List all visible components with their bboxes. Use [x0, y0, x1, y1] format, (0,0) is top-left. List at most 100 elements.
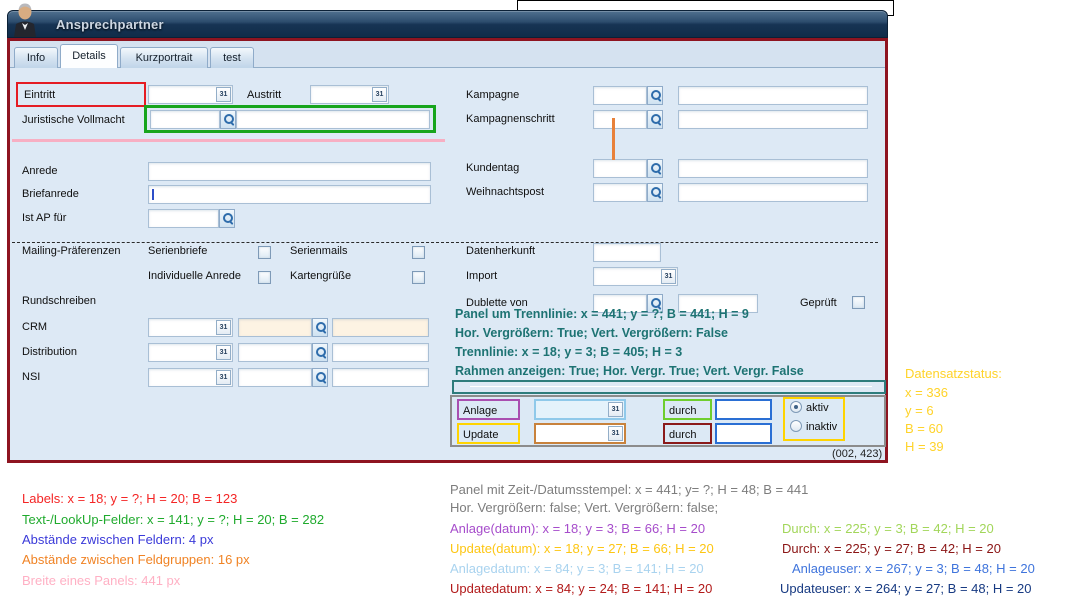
text-cursor — [152, 189, 154, 200]
updatedatum-field[interactable]: 31 — [534, 423, 626, 444]
kampagne-id-field[interactable] — [593, 86, 647, 105]
serienmails-label: Serienmails — [290, 245, 347, 257]
calendar-31-icon[interactable]: 31 — [661, 269, 676, 284]
durch-bottom-label: durch — [669, 429, 697, 441]
annotation-panel-um-trennlinie: Panel um Trennlinie: x = 441; y = ?; B =… — [455, 307, 749, 321]
durch-bottom-label-highlight: durch — [663, 423, 712, 444]
nsi-lookup-button[interactable] — [312, 368, 328, 387]
annotation-hor-vert-vergroessern: Hor. Vergrößern: True; Vert. Vergrößern:… — [455, 326, 728, 340]
distribution-lookup-field[interactable] — [238, 343, 312, 362]
kampagnenschritt-text-field[interactable] — [678, 110, 868, 129]
magnifier-icon — [313, 344, 327, 361]
calendar-31-icon[interactable]: 31 — [608, 402, 623, 417]
screenshot-root: Ansprechpartner Info Details Kurzportrai… — [0, 0, 1078, 604]
calendar-31-icon[interactable]: 31 — [216, 320, 231, 335]
crm-date-field[interactable]: 31 — [148, 318, 233, 337]
kundentag-lookup-button[interactable] — [647, 159, 663, 178]
inaktiv-radio[interactable] — [790, 420, 802, 432]
annotation-update-spec: Update(datum): x = 18; y = 27; B = 66; H… — [450, 541, 714, 556]
kartengruesse-checkbox[interactable] — [412, 271, 425, 284]
annotation-trennlinie: Trennlinie: x = 18; y = 3; B = 405; H = … — [455, 345, 682, 359]
kampagnenschritt-lookup-button[interactable] — [647, 110, 663, 129]
vollmacht-id-field[interactable] — [150, 110, 220, 129]
orange-spacing-marker — [612, 118, 615, 160]
weihnachtspost-text-field[interactable] — [678, 183, 868, 202]
anlageuser-field[interactable] — [715, 399, 772, 420]
annotation-lookup-fields-spec: Text-/LookUp-Felder: x = 141; y = ?; H =… — [22, 512, 324, 527]
import-date-field[interactable]: 31 — [593, 267, 678, 286]
magnifier-icon — [648, 87, 662, 104]
crm-lookup-button[interactable] — [312, 318, 328, 337]
magnifier-icon — [221, 111, 235, 128]
datenherkunft-label: Datenherkunft — [466, 245, 535, 257]
kampagnenschritt-id-field[interactable] — [593, 110, 647, 129]
anrede-label: Anrede — [22, 165, 57, 177]
tab-info[interactable]: Info — [14, 47, 58, 68]
magnifier-icon — [313, 319, 327, 336]
nsi-date-field[interactable]: 31 — [148, 368, 233, 387]
trennlinie-rule — [470, 386, 872, 387]
magnifier-icon — [648, 111, 662, 128]
rundschreiben-label: Rundschreiben — [22, 295, 96, 307]
nsi-lookup-field[interactable] — [238, 368, 312, 387]
annotation-updatedatum-spec: Updatedatum: x = 84; y = 24; B = 141; H … — [450, 581, 712, 596]
update-label-highlight: Update — [457, 423, 520, 444]
datensatzstatus-y: y = 6 — [905, 403, 934, 418]
briefanrede-field[interactable] — [148, 185, 431, 204]
kartengruesse-label: Kartengrüße — [290, 270, 351, 282]
kampagne-text-field[interactable] — [678, 86, 868, 105]
ist-ap-fuer-lookup-button[interactable] — [219, 209, 235, 228]
pink-separator-line — [12, 139, 445, 142]
mailing-praeferenzen-label: Mailing-Präferenzen — [22, 245, 120, 257]
weihnachtspost-id-field[interactable] — [593, 183, 647, 202]
vollmacht-text-field[interactable] — [236, 110, 430, 129]
crm-text-field[interactable] — [332, 318, 429, 337]
austritt-date-field[interactable]: 31 — [310, 85, 389, 104]
individuelle-anrede-checkbox[interactable] — [258, 271, 271, 284]
calendar-31-icon[interactable]: 31 — [216, 345, 231, 360]
annotation-labels-spec: Labels: x = 18; y = ?; H = 20; B = 123 — [22, 491, 237, 506]
weihnachtspost-lookup-button[interactable] — [647, 183, 663, 202]
datensatzstatus-h: H = 39 — [905, 439, 944, 454]
window-titlebar[interactable]: Ansprechpartner — [7, 10, 888, 38]
calendar-31-icon[interactable]: 31 — [372, 87, 387, 102]
serienbriefe-checkbox[interactable] — [258, 246, 271, 259]
annotation-durch-bottom-spec: Durch: x = 225; y = 27; B = 42; H = 20 — [782, 541, 1001, 556]
updateuser-field[interactable] — [715, 423, 772, 444]
kundentag-label: Kundentag — [466, 162, 519, 174]
eintritt-label-highlight: Eintritt — [16, 82, 146, 107]
datenherkunft-field[interactable] — [593, 243, 661, 262]
annotation-field-gap-spec: Abstände zwischen Feldern: 4 px — [22, 532, 214, 547]
anlagedatum-field[interactable]: 31 — [534, 399, 626, 420]
calendar-31-icon[interactable]: 31 — [608, 426, 623, 441]
annotation-anlagedatum-spec: Anlagedatum: x = 84; y = 3; B = 141; H =… — [450, 561, 704, 576]
aktiv-radio[interactable] — [790, 401, 802, 413]
distribution-lookup-button[interactable] — [312, 343, 328, 362]
individuelle-anrede-label: Individuelle Anrede — [148, 270, 241, 282]
kundentag-id-field[interactable] — [593, 159, 647, 178]
trennlinie-panel-highlight — [452, 380, 886, 394]
nsi-text-field[interactable] — [332, 368, 429, 387]
geprueft-checkbox[interactable] — [852, 296, 865, 309]
tab-kurzportrait[interactable]: Kurzportrait — [120, 47, 208, 68]
calendar-31-icon[interactable]: 31 — [216, 370, 231, 385]
magnifier-icon — [648, 160, 662, 177]
ist-ap-fuer-field[interactable] — [148, 209, 219, 228]
serienmails-checkbox[interactable] — [412, 246, 425, 259]
calendar-31-icon[interactable]: 31 — [216, 87, 231, 102]
anrede-field[interactable] — [148, 162, 431, 181]
window-title: Ansprechpartner — [56, 11, 164, 38]
tab-details[interactable]: Details — [60, 44, 118, 68]
crm-lookup-field[interactable] — [238, 318, 312, 337]
coords-readout: (002, 423) — [832, 448, 882, 460]
kundentag-text-field[interactable] — [678, 159, 868, 178]
eintritt-date-field[interactable]: 31 — [148, 85, 233, 104]
nsi-label: NSI — [22, 371, 40, 383]
annotation-stamp-panel-resize-spec: Hor. Vergrößern: false; Vert. Vergrößern… — [450, 500, 718, 515]
vollmacht-lookup-button[interactable] — [220, 110, 236, 129]
kampagne-lookup-button[interactable] — [647, 86, 663, 105]
tab-test[interactable]: test — [210, 47, 254, 68]
distribution-date-field[interactable]: 31 — [148, 343, 233, 362]
distribution-text-field[interactable] — [332, 343, 429, 362]
kampagnenschritt-label: Kampagnenschritt — [466, 113, 555, 125]
